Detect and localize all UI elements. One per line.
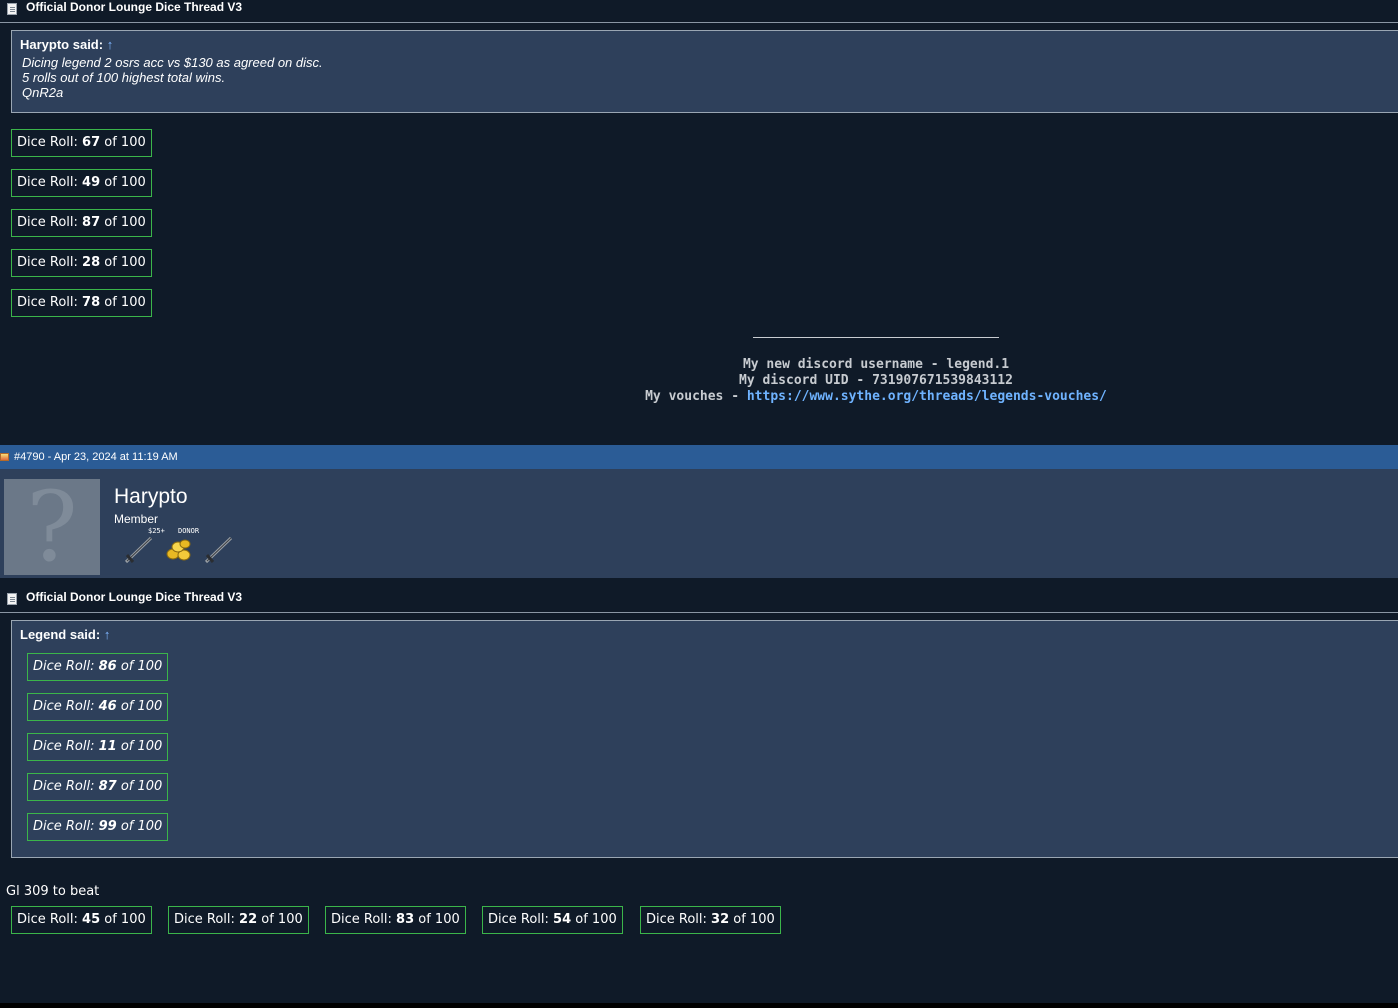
- dice-roll-value: 45: [82, 912, 101, 927]
- user-info-panel: ? Harypto Member $25+ DONOR: [0, 469, 1398, 578]
- jump-to-quote-arrow-icon[interactable]: ↑: [107, 37, 114, 52]
- quote-header: Harypto said: ↑: [20, 37, 113, 52]
- thread-title-bar: Official Donor Lounge Dice Thread V3: [0, 0, 1398, 23]
- quote-author: Harypto said:: [20, 37, 104, 52]
- dice-roll: Dice Roll: 87 of 100: [11, 209, 152, 237]
- dice-roll-value: 99: [98, 819, 117, 834]
- signature-line: My discord UID - 731907671539843112: [739, 373, 1013, 388]
- quote-header: Legend said: ↑: [20, 627, 110, 642]
- dice-roll-value: 78: [82, 295, 101, 310]
- post-status-icon: [0, 453, 9, 461]
- dice-roll: Dice Roll: 28 of 100: [11, 249, 152, 277]
- jump-to-quote-arrow-icon[interactable]: ↑: [104, 627, 111, 642]
- document-icon: [7, 3, 17, 15]
- quote-text: Dicing legend 2 osrs acc vs $130 as agre…: [22, 55, 323, 100]
- dice-roll-value: 32: [711, 912, 730, 927]
- sword-icon: [124, 536, 153, 564]
- dice-roll-value: 87: [98, 779, 117, 794]
- dice-roll: Dice Roll: 11 of 100: [27, 733, 169, 761]
- dice-roll: Dice Roll: 99 of 100: [27, 813, 169, 841]
- username[interactable]: Harypto: [114, 485, 188, 509]
- dice-roll: Dice Roll: 78 of 100: [11, 289, 152, 317]
- quote-block: Legend said: ↑ Dice Roll: 86 of 100 Dice…: [11, 620, 1398, 858]
- badge-label: $25+: [148, 527, 165, 535]
- gold-coins-icon: [166, 539, 191, 561]
- quote-line: 5 rolls out of 100 highest total wins.: [22, 70, 226, 85]
- quote-author: Legend said:: [20, 627, 101, 642]
- dice-roll-value: 86: [98, 659, 117, 674]
- signature-line: My vouches - https://www.sythe.org/threa…: [0, 389, 1398, 404]
- badge-label: DONOR: [178, 527, 200, 535]
- dice-roll: Dice Roll: 87 of 100: [27, 773, 169, 801]
- dice-roll: Dice Roll: 49 of 100: [11, 169, 152, 197]
- dice-roll: Dice Roll: 45 of 100: [11, 906, 152, 934]
- avatar-placeholder-icon: ?: [26, 471, 78, 583]
- signature-line: My new discord username - legend.1: [742, 357, 1010, 372]
- avatar[interactable]: ?: [4, 479, 100, 575]
- post-body-text: Gl 309 to beat: [6, 884, 100, 899]
- dice-roll-value: 83: [396, 912, 415, 927]
- dice-roll: Dice Roll: 67 of 100: [11, 129, 152, 157]
- quote-block: Harypto said: ↑ Dicing legend 2 osrs acc…: [11, 30, 1398, 113]
- user-rank: Member: [114, 512, 159, 526]
- post-meta[interactable]: #4790 - Apr 23, 2024 at 11:19 AM: [14, 451, 178, 463]
- dice-roll-value: 22: [239, 912, 258, 927]
- thread-title[interactable]: Official Donor Lounge Dice Thread V3: [26, 590, 242, 604]
- sword-icon: [204, 536, 233, 564]
- dice-roll: Dice Roll: 83 of 100: [325, 906, 466, 934]
- signature-label: My vouches -: [645, 389, 747, 404]
- dice-roll-value: 54: [553, 912, 572, 927]
- dice-roll: Dice Roll: 54 of 100: [482, 906, 623, 934]
- document-icon: [7, 593, 17, 605]
- dice-roll-value: 28: [82, 255, 101, 270]
- dice-roll-value: 87: [82, 215, 101, 230]
- dice-roll-value: 49: [82, 175, 101, 190]
- signature-divider: [753, 337, 999, 338]
- thread-title-bar: Official Donor Lounge Dice Thread V3: [0, 590, 1398, 613]
- vouches-link[interactable]: https://www.sythe.org/threads/legends-vo…: [747, 389, 1107, 404]
- post-header-bar: #4790 - Apr 23, 2024 at 11:19 AM: [0, 445, 1398, 469]
- dice-roll-value: 46: [98, 699, 117, 714]
- dice-roll-value: 11: [98, 739, 117, 754]
- dice-roll: Dice Roll: 86 of 100: [27, 653, 169, 681]
- thread-title[interactable]: Official Donor Lounge Dice Thread V3: [26, 0, 242, 14]
- dice-roll: Dice Roll: 46 of 100: [27, 693, 169, 721]
- quote-line: QnR2a: [22, 85, 64, 100]
- bottom-edge: [0, 1003, 1398, 1008]
- dice-roll-value: 67: [82, 135, 101, 150]
- quote-line: Dicing legend 2 osrs acc vs $130 as agre…: [22, 55, 323, 70]
- dice-roll: Dice Roll: 32 of 100: [640, 906, 781, 934]
- dice-roll: Dice Roll: 22 of 100: [168, 906, 309, 934]
